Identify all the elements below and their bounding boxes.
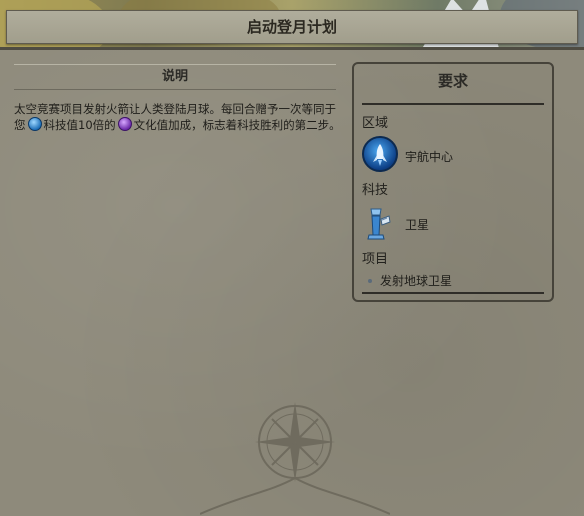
requirements-divider bbox=[362, 103, 544, 105]
requirements-divider-bottom bbox=[362, 292, 544, 294]
title-plate: 启动登月计划 bbox=[6, 10, 578, 44]
district-value: 宇航中心 bbox=[405, 150, 454, 164]
satellite-icon bbox=[362, 205, 398, 241]
description-text: 太空竞赛项目发射火箭让人类登陆月球。每回合赠予一次等同于您 科技值10倍的 文化值加… bbox=[14, 102, 344, 133]
header-map-strip: 启动登月计划 bbox=[0, 0, 584, 48]
description-header: 说明 bbox=[14, 64, 336, 90]
bullet-icon bbox=[368, 279, 372, 283]
tech-label: 科技 bbox=[362, 183, 389, 198]
requirements-panel: 要求 区域 宇航中心 科技 卫星 项目 发射地球卫星 bbox=[352, 62, 554, 302]
compass-rose-icon bbox=[200, 402, 390, 515]
culture-icon bbox=[117, 117, 132, 131]
description-text-part3: 文化值加成，标志着科技胜利的第二步。 bbox=[133, 118, 341, 132]
project-value: 发射地球卫星 bbox=[380, 274, 453, 288]
science-icon bbox=[27, 117, 42, 131]
description-text-part2: 科技值10倍的 bbox=[43, 118, 116, 132]
spaceport-icon bbox=[362, 136, 398, 172]
page-title: 启动登月计划 bbox=[246, 18, 337, 36]
requirements-title: 要求 bbox=[437, 72, 468, 90]
district-label: 区域 bbox=[362, 116, 389, 131]
project-label: 项目 bbox=[362, 252, 389, 267]
tech-value: 卫星 bbox=[405, 218, 430, 232]
header-divider bbox=[0, 47, 584, 50]
